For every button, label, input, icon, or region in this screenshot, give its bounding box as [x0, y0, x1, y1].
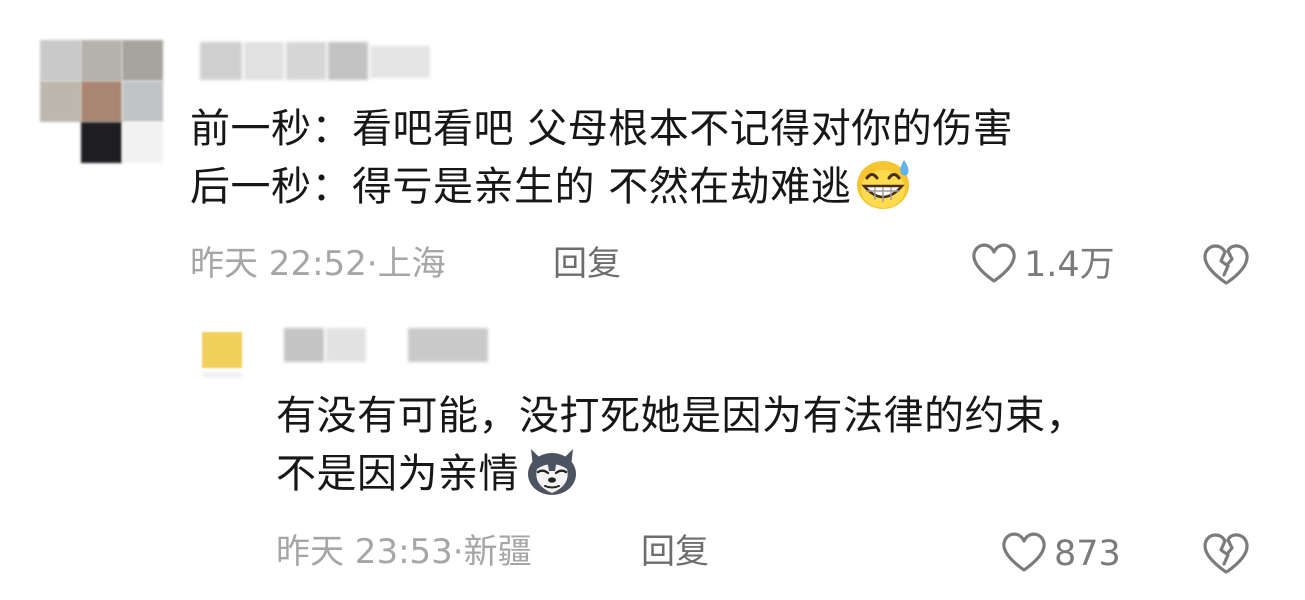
commenter-username[interactable]	[200, 42, 440, 82]
reply-location: 新疆	[463, 532, 532, 572]
reply-text: 有没有可能，没打死她是因为有法律的约束， 不是因为亲情	[276, 387, 1086, 513]
comment-meta: 昨天 22:52·上海	[190, 244, 446, 284]
replier-avatar[interactable]	[196, 326, 248, 382]
like-count: 1.4万	[1024, 245, 1115, 285]
comment-line-2: 后一秒：得亏是亲生的 不然在劫难逃	[190, 158, 1013, 226]
heart-icon	[970, 241, 1018, 289]
broken-heart-icon	[1200, 533, 1252, 580]
dislike-button[interactable]	[1200, 241, 1252, 291]
reply-line-1: 有没有可能，没打死她是因为有法律的约束，	[276, 393, 1086, 439]
broken-heart-icon	[1200, 244, 1252, 291]
reply-button[interactable]: 回复	[553, 244, 621, 284]
heart-icon	[1000, 530, 1048, 578]
reply-dislike-button[interactable]	[1200, 530, 1252, 580]
reply-time: 昨天 23:53	[276, 532, 453, 572]
reply-line-2: 不是因为亲情	[276, 445, 1086, 513]
commenter-avatar[interactable]	[40, 40, 164, 164]
comment-text: 前一秒：看吧看吧 父母根本不记得对你的伤害 后一秒：得亏是亲生的 不然在劫难逃	[190, 100, 1013, 226]
reply-like-button[interactable]: 873	[1000, 530, 1121, 578]
comment-time: 昨天 22:52	[190, 244, 367, 284]
husky-dog-emoji-icon	[523, 445, 581, 513]
like-button[interactable]: 1.4万	[970, 241, 1115, 289]
sweat-grin-emoji-icon	[855, 158, 913, 226]
reply-meta: 昨天 23:53·新疆	[276, 532, 532, 572]
reply-to-reply-button[interactable]: 回复	[641, 532, 709, 572]
meta-separator: ·	[452, 532, 464, 572]
reply-like-count: 873	[1054, 534, 1121, 574]
comment-location: 上海	[377, 244, 446, 284]
replier-username[interactable]	[284, 326, 494, 366]
meta-separator: ·	[366, 244, 378, 284]
comment-line-1: 前一秒：看吧看吧 父母根本不记得对你的伤害	[190, 106, 1014, 152]
